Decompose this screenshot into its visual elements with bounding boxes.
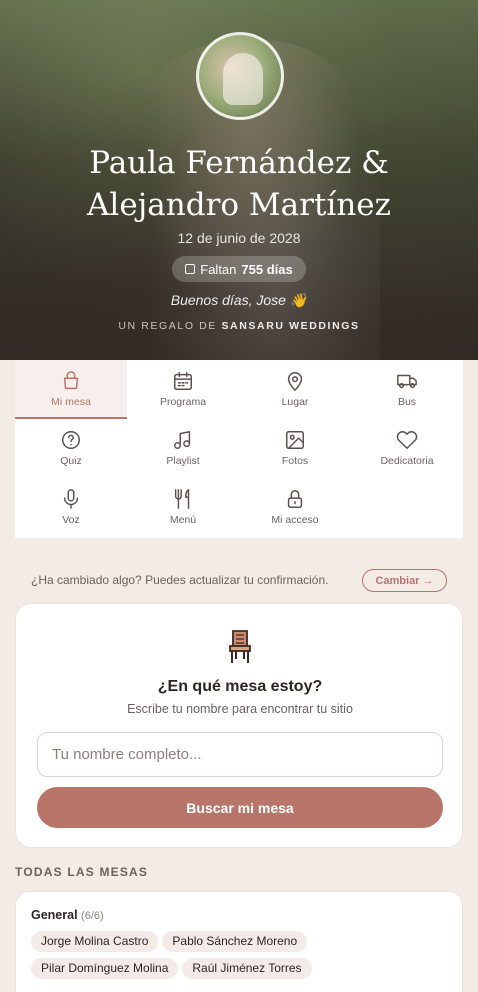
greeting: Buenos días, Jose 👋 — [170, 292, 308, 308]
guest-chip: Pablo Sánchez Moreno — [162, 931, 308, 952]
calendar-icon — [174, 372, 192, 390]
couple-names: Paula Fernández & Alejandro Martínez — [87, 145, 391, 223]
lock-icon — [287, 490, 303, 508]
bus-icon — [397, 374, 417, 389]
nav-item-voz[interactable]: Voz — [15, 478, 127, 537]
table-count: (6/6) — [81, 910, 104, 922]
chair-icon — [229, 630, 251, 663]
change-button[interactable]: Cambiar → — [362, 569, 447, 592]
nav-item-dedicatoria[interactable]: Dedicatoria — [351, 419, 463, 478]
guest-chips: Jorge Molina Castro Pablo Sánchez Moreno … — [31, 931, 451, 985]
question-icon — [62, 431, 80, 449]
finder-subtitle: Escribe tu nombre para encontrar tu siti… — [127, 702, 353, 716]
microphone-icon — [63, 489, 79, 509]
table-group-header: General (6/6) — [31, 908, 104, 922]
couple-avatar — [196, 32, 284, 120]
image-icon — [286, 431, 304, 449]
heart-icon — [396, 431, 418, 449]
map-pin-icon — [287, 372, 303, 391]
guest-chip: Jorge Molina Castro — [31, 931, 159, 952]
nav-item-playlist[interactable]: Playlist — [127, 419, 239, 478]
tables-list-card: General (6/6) Jorge Molina Castro Pablo S… — [15, 891, 463, 992]
find-table-button[interactable]: Buscar mi mesa — [37, 787, 443, 828]
calendar-icon — [185, 264, 196, 274]
hero-banner: Paula Fernández & Alejandro Martínez 12 … — [0, 0, 478, 360]
feature-nav: Mi mesa Programa Lugar Bus Quiz Playlist… — [15, 360, 463, 538]
table-finder-card: ¿En qué mesa estoy? Escribe tu nombre pa… — [15, 603, 463, 848]
nav-item-programa[interactable]: Programa — [127, 360, 239, 419]
wedding-date: 12 de junio de 2028 — [177, 230, 301, 246]
music-icon — [174, 431, 191, 449]
nav-item-mi-acceso[interactable]: Mi acceso — [239, 478, 351, 537]
nav-item-bus[interactable]: Bus — [351, 360, 463, 419]
nav-item-mi-mesa[interactable]: Mi mesa — [15, 360, 127, 419]
fork-knife-icon — [174, 489, 190, 509]
update-confirmation-text: ¿Ha cambiado algo? Puedes actualizar tu … — [31, 573, 329, 587]
nav-item-menu[interactable]: Menú — [127, 478, 239, 537]
guest-chip: Raúl Jiménez Torres — [182, 958, 312, 979]
guest-chip: Pilar Domínguez Molina — [31, 958, 179, 979]
gift-credit: UN REGALO DE SANSARU WEDDINGS — [118, 320, 360, 332]
nav-item-fotos[interactable]: Fotos — [239, 419, 351, 478]
finder-title: ¿En qué mesa estoy? — [157, 678, 323, 695]
all-tables-heading: TODAS LAS MESAS — [15, 865, 149, 879]
nav-item-quiz[interactable]: Quiz — [15, 419, 127, 478]
bag-icon — [63, 371, 79, 390]
full-name-input[interactable] — [37, 732, 443, 777]
nav-item-lugar[interactable]: Lugar — [239, 360, 351, 419]
countdown-badge: Faltan 755 días — [172, 256, 306, 282]
